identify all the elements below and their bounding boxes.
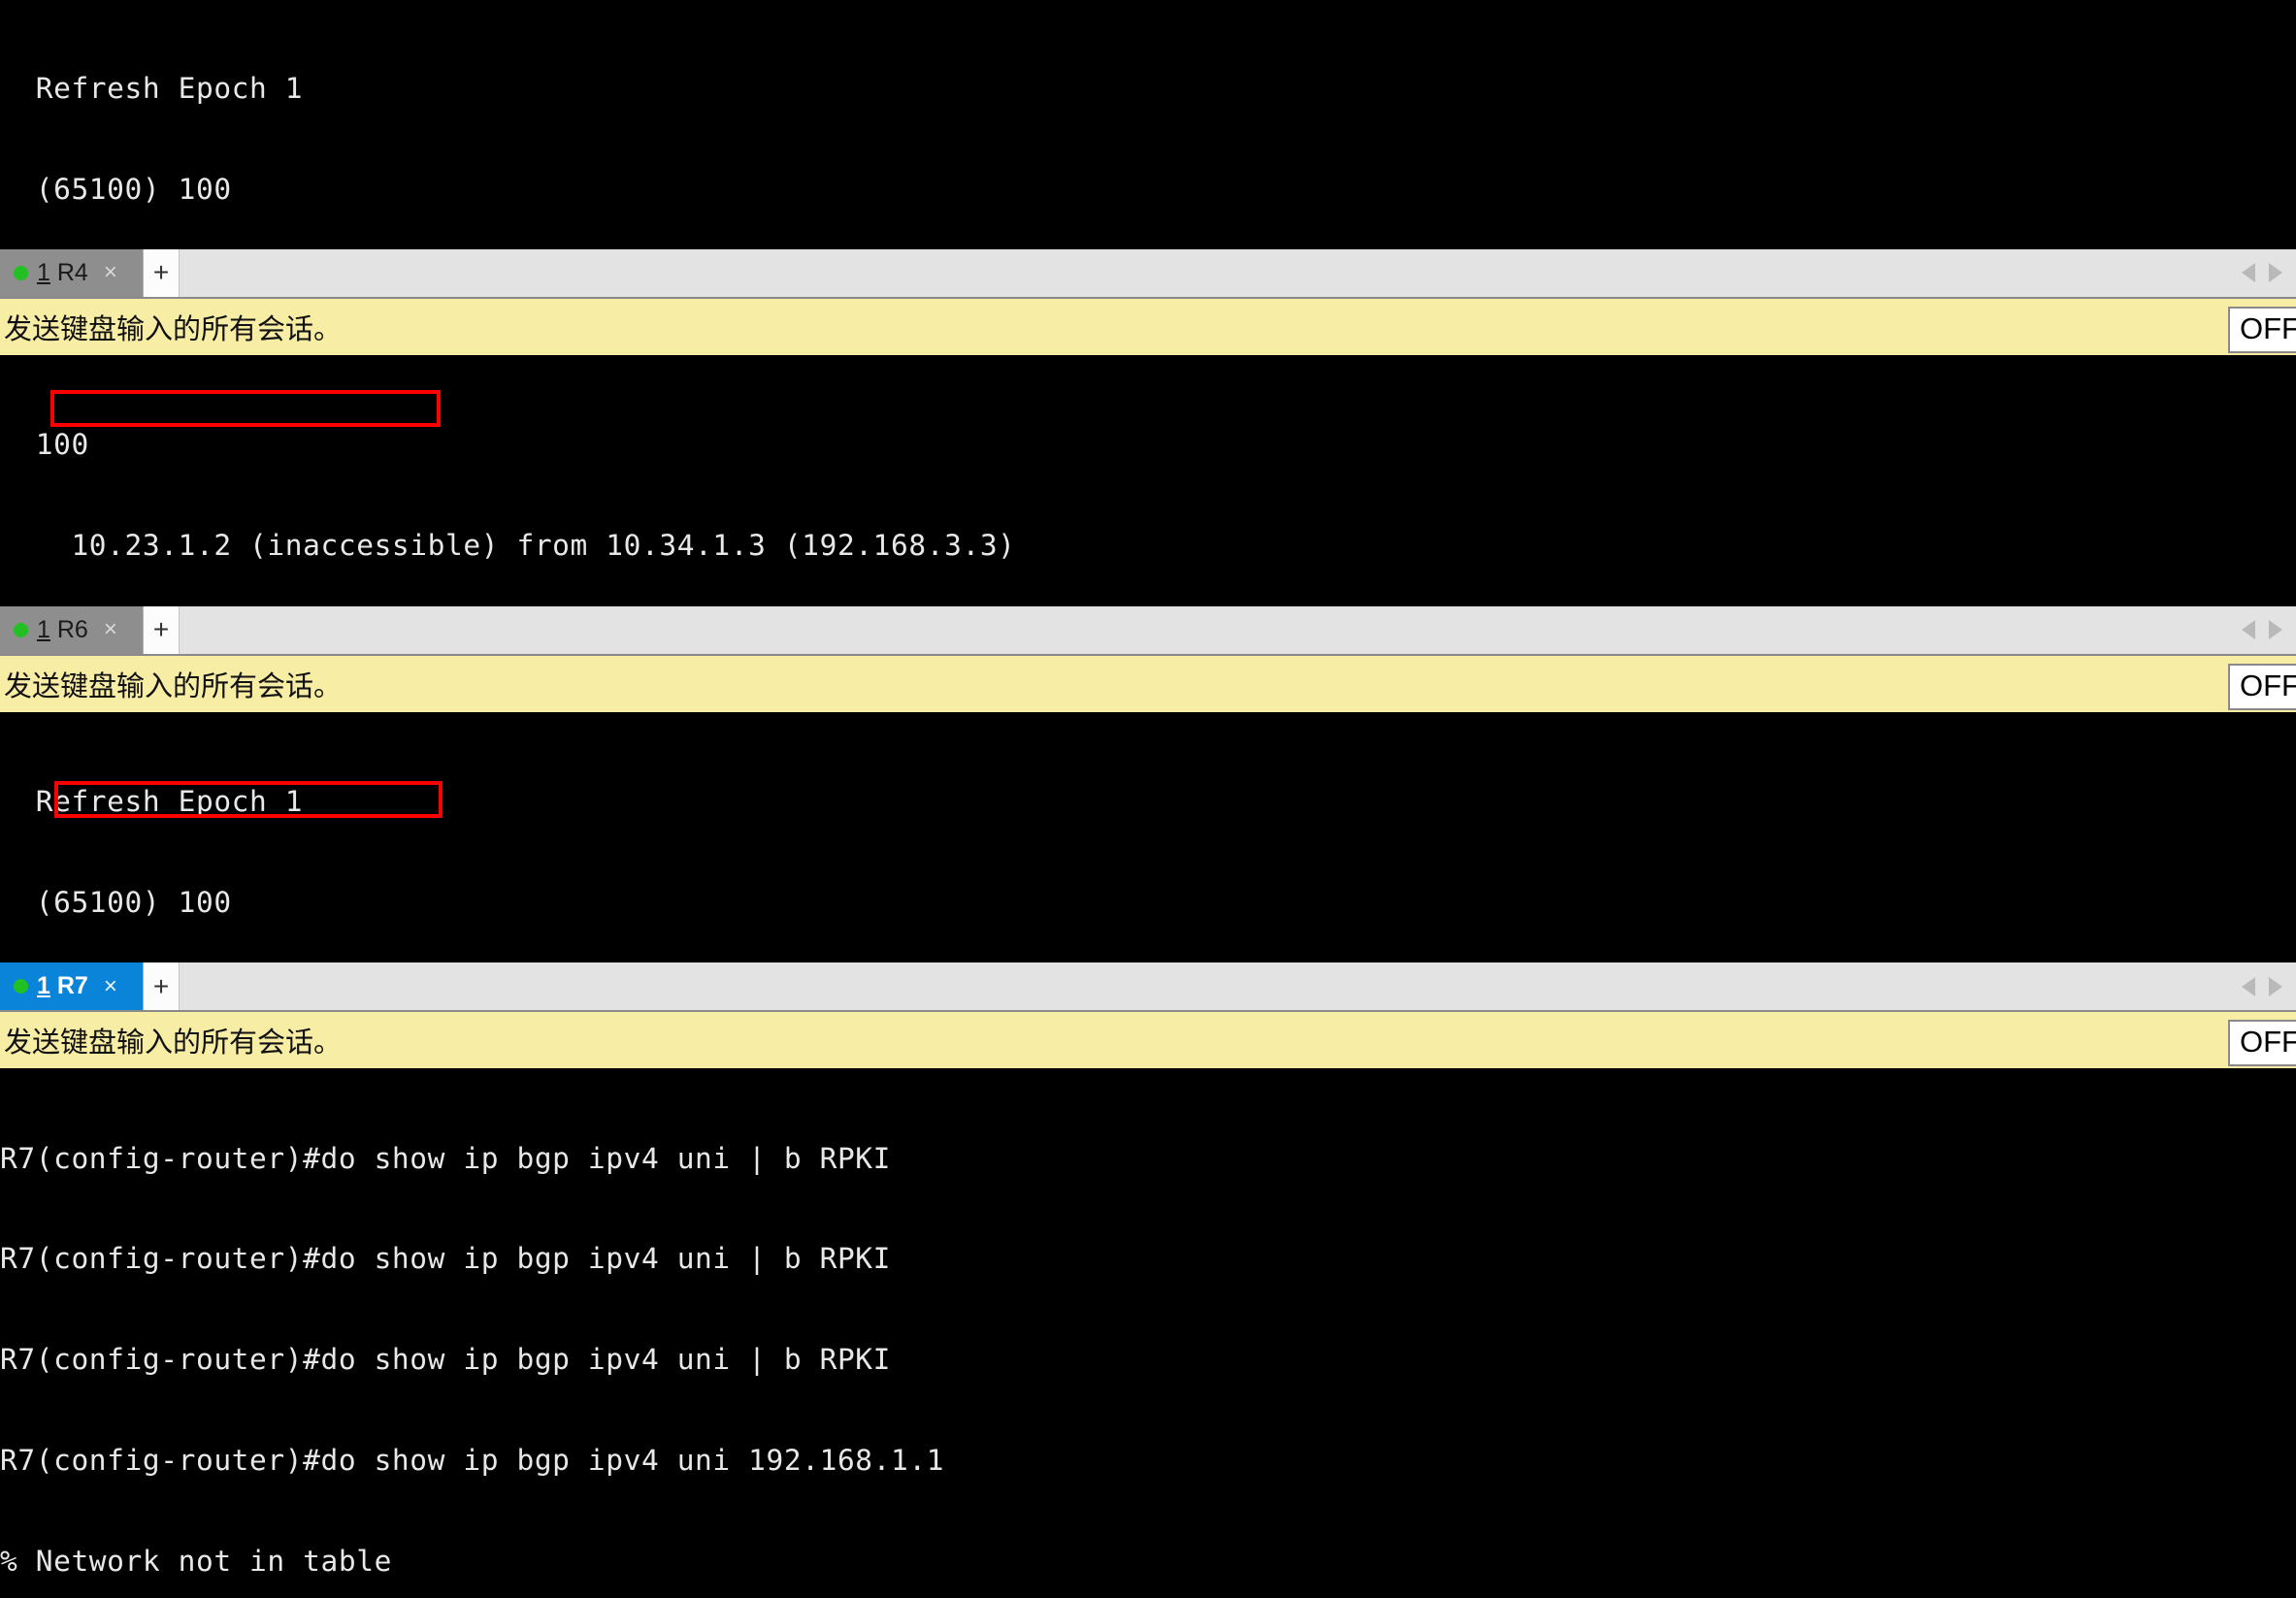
tab-session-number: 1 — [37, 972, 50, 1000]
terminal-line: (65100) 100 — [0, 885, 232, 919]
scroll-left-icon[interactable] — [2242, 976, 2255, 996]
notice-text: 发送键盘输入的所有会话。 — [4, 1026, 343, 1060]
close-icon[interactable]: × — [104, 618, 117, 641]
tab-scroll-controls[interactable] — [2242, 248, 2296, 297]
tab-session-r7[interactable]: 1 R7 × — [0, 962, 144, 1011]
chat-broadcast-notice-r4: 发送键盘输入的所有会话。 OFF — [0, 298, 2296, 355]
scroll-right-icon[interactable] — [2269, 620, 2282, 640]
broadcast-off-button[interactable]: OFF — [2228, 306, 2296, 353]
terminal-line: Refresh Epoch 1 — [0, 784, 304, 818]
terminal-pane-r7[interactable]: R7(config-router)#do show ip bgp ipv4 un… — [0, 1068, 2296, 1598]
tab-scroll-controls[interactable] — [2242, 605, 2296, 654]
tab-session-number: 1 — [37, 615, 50, 643]
session-status-dot-icon — [14, 979, 28, 995]
session-status-dot-icon — [14, 265, 28, 280]
terminal-line: (65100) 100 — [0, 172, 232, 206]
terminal-line: R7(config-router)#do show ip bgp ipv4 un… — [0, 1141, 892, 1175]
terminal-line: R7(config-router)#do show ip bgp ipv4 un… — [0, 1443, 945, 1477]
tab-strip-empty-area — [180, 248, 2242, 297]
tab-label: 1 R7 — [37, 972, 88, 1000]
chat-broadcast-notice-r6: 发送键盘输入的所有会话。 OFF — [0, 655, 2296, 712]
scroll-right-icon[interactable] — [2269, 263, 2282, 283]
terminal-line: % Network not in table — [0, 1544, 392, 1578]
new-tab-button[interactable]: + — [144, 962, 180, 1011]
new-tab-button[interactable]: + — [144, 248, 180, 297]
terminal-line: R7(config-router)#do show ip bgp ipv4 un… — [0, 1343, 892, 1377]
new-tab-button[interactable]: + — [144, 605, 180, 654]
tab-strip-r4[interactable]: 1 R4 × + — [0, 248, 2296, 299]
tab-label: 1 R4 — [37, 259, 88, 287]
notice-text: 发送键盘输入的所有会话。 — [4, 669, 343, 702]
terminal-line-highlighted: 10.23.1.2 (inaccessible) from 10.34.1.3 … — [0, 528, 1016, 562]
tab-session-r6[interactable]: 1 R6 × — [0, 605, 144, 654]
terminal-pane-r4[interactable]: 100 10.23.1.2 (inaccessible) from 10.34.… — [0, 354, 2296, 606]
scroll-left-icon[interactable] — [2242, 620, 2255, 640]
highlight-box-inaccessible-r4 — [50, 389, 441, 427]
tab-session-name: R7 — [56, 972, 88, 1000]
terminal-line: 100 — [0, 428, 89, 462]
tab-strip-r6[interactable]: 1 R6 × + — [0, 605, 2296, 656]
broadcast-off-button[interactable]: OFF — [2228, 1020, 2296, 1067]
tab-scroll-controls[interactable] — [2242, 962, 2296, 1011]
terminal-line: Refresh Epoch 1 — [0, 72, 304, 106]
tab-strip-empty-area — [180, 962, 2242, 1011]
tab-session-name: R6 — [56, 615, 88, 643]
tab-strip-r7[interactable]: 1 R7 × + — [0, 962, 2296, 1013]
scroll-left-icon[interactable] — [2242, 263, 2255, 283]
terminal-pane-r5[interactable]: Refresh Epoch 1 (65100) 100 10.25.1.2 fr… — [0, 0, 2296, 249]
securecrt-tiled-terminal-window: Refresh Epoch 1 (65100) 100 10.25.1.2 fr… — [0, 0, 2296, 1598]
session-status-dot-icon — [14, 622, 28, 637]
chat-broadcast-notice-r7: 发送键盘输入的所有会话。 OFF — [0, 1012, 2296, 1069]
tab-session-r4[interactable]: 1 R4 × — [0, 248, 144, 297]
tab-session-number: 1 — [37, 258, 50, 286]
terminal-pane-r6[interactable]: Refresh Epoch 1 (65100) 100 10.25.1.2 (i… — [0, 711, 2296, 963]
terminal-line: R7(config-router)#do show ip bgp ipv4 un… — [0, 1242, 892, 1276]
tab-strip-empty-area — [180, 605, 2242, 654]
tab-session-name: R4 — [56, 258, 88, 286]
tab-label: 1 R6 — [37, 616, 88, 644]
broadcast-off-button[interactable]: OFF — [2228, 663, 2296, 710]
notice-text: 发送键盘输入的所有会话。 — [4, 311, 343, 345]
scroll-right-icon[interactable] — [2269, 976, 2282, 996]
close-icon[interactable]: × — [104, 261, 117, 284]
close-icon[interactable]: × — [104, 974, 117, 998]
